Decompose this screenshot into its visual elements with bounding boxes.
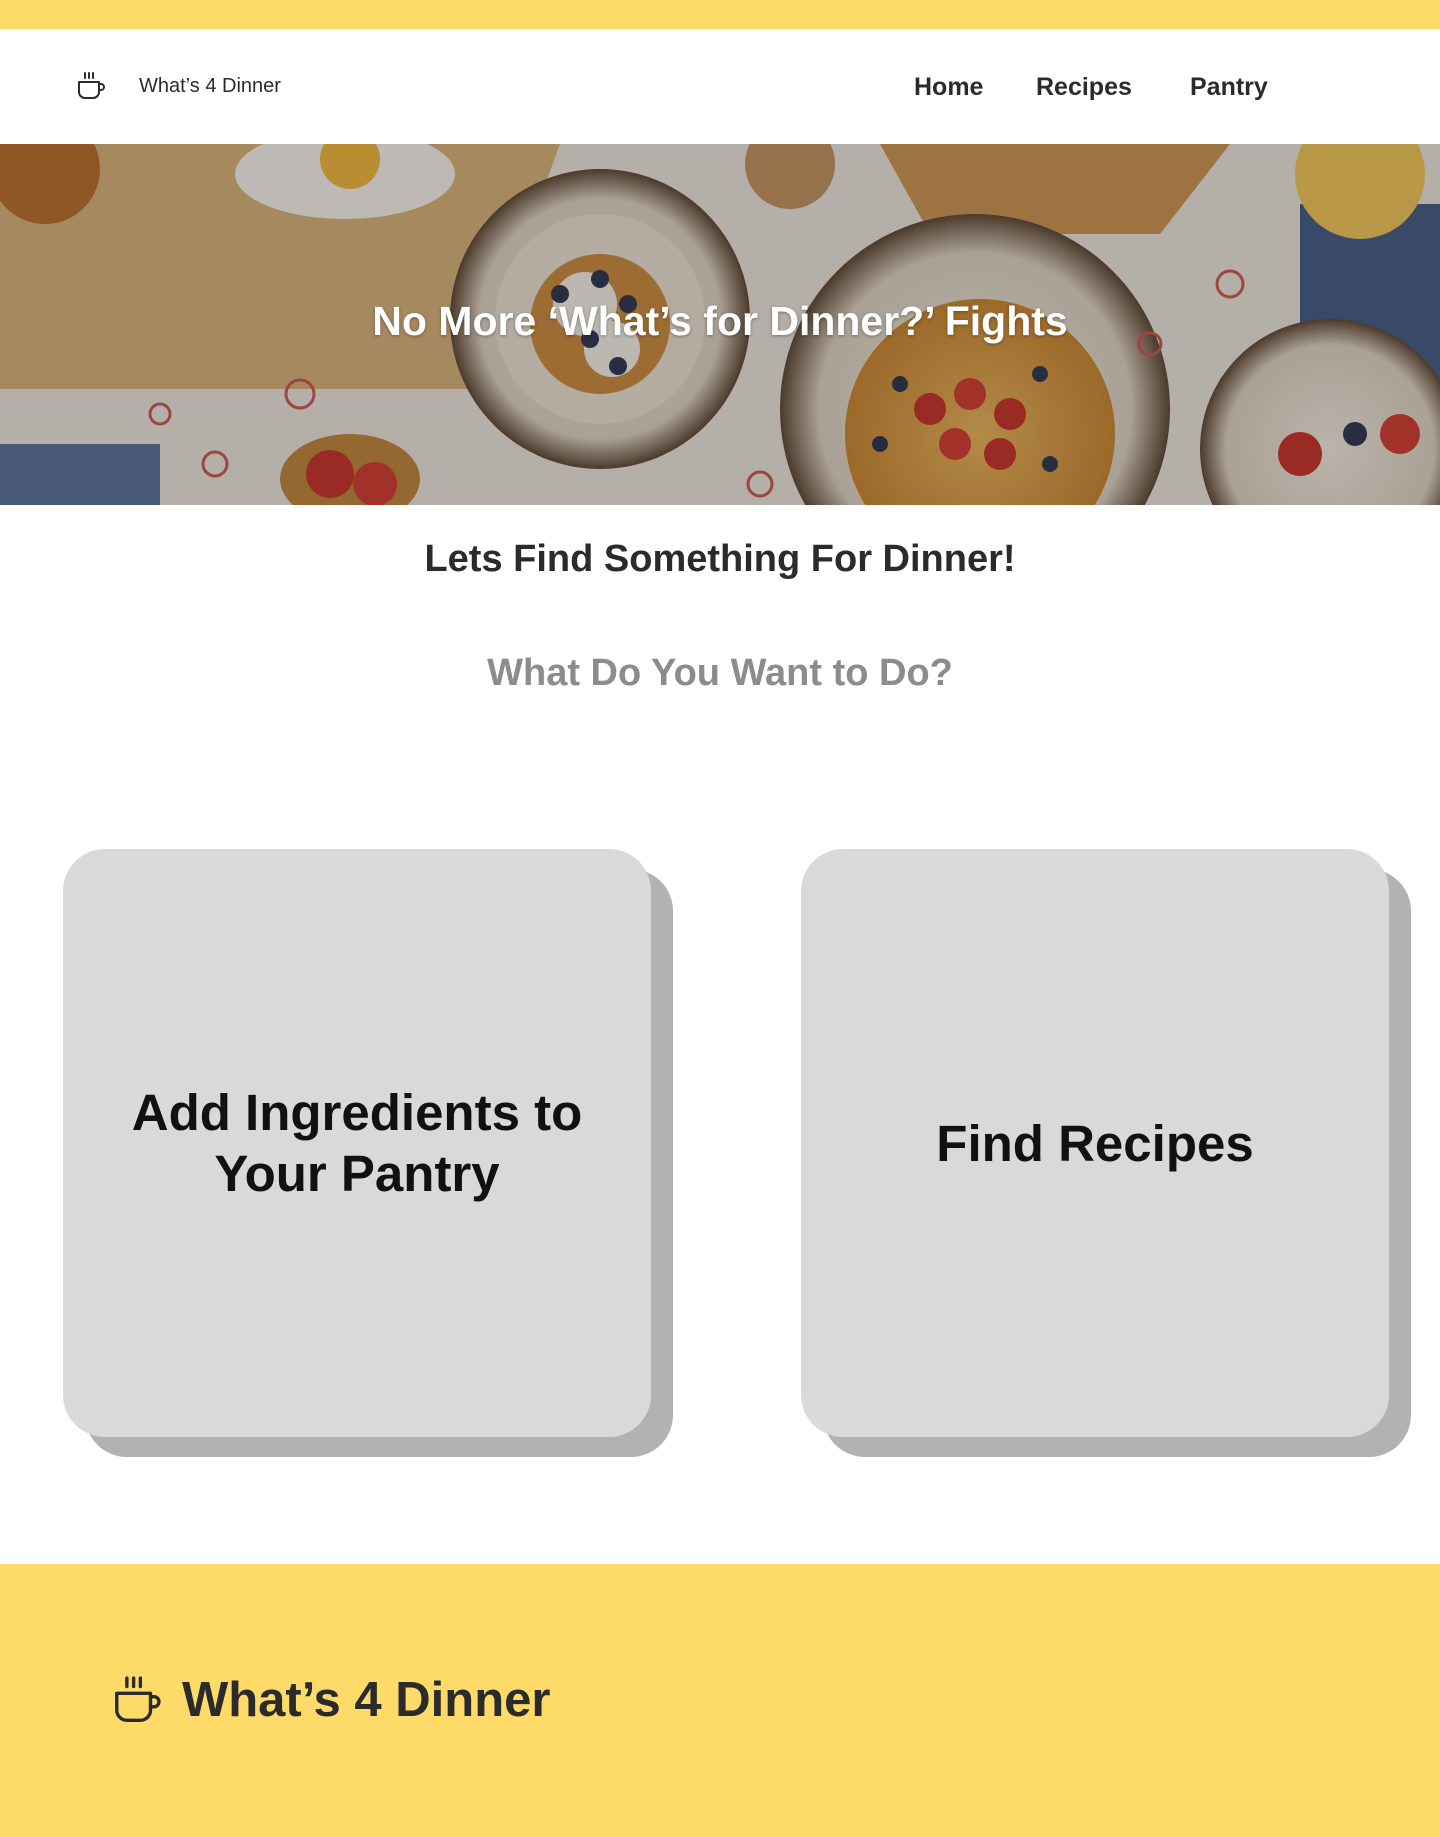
nav-home[interactable]: Home [914,73,983,102]
add-ingredients-label: Add Ingredients to Your Pantry [131,1084,583,1202]
page-title: Lets Find Something For Dinner! [424,538,1016,580]
find-recipes-card[interactable]: Find Recipes [801,849,1389,1437]
footer-brand[interactable]: What’s 4 Dinner [110,1672,550,1728]
coffee-cup-icon [115,1676,161,1722]
navbar: What’s 4 Dinner Home Recipes Pantry [0,29,1440,144]
nav-recipes[interactable]: Recipes [1036,73,1132,102]
footer: What’s 4 Dinner [0,1564,1440,1837]
hero-banner: No More ‘What’s for Dinner?’ Fights [0,144,1440,505]
top-accent-stripe [0,0,1440,29]
add-ingredients-card[interactable]: Add Ingredients to Your Pantry [63,849,651,1437]
footer-brand-name: What’s 4 Dinner [182,1673,551,1727]
hero-title: No More ‘What’s for Dinner?’ Fights [372,298,1068,344]
page-subtitle: What Do You Want to Do? [487,652,953,694]
find-recipes-label: Find Recipes [936,1114,1254,1172]
nav-pantry[interactable]: Pantry [1190,73,1268,102]
find-recipes-card-wrapper: Find Recipes [801,849,1411,1457]
add-ingredients-card-wrapper: Add Ingredients to Your Pantry [63,849,673,1457]
main-nav: Home Recipes Pantry [0,73,1440,103]
